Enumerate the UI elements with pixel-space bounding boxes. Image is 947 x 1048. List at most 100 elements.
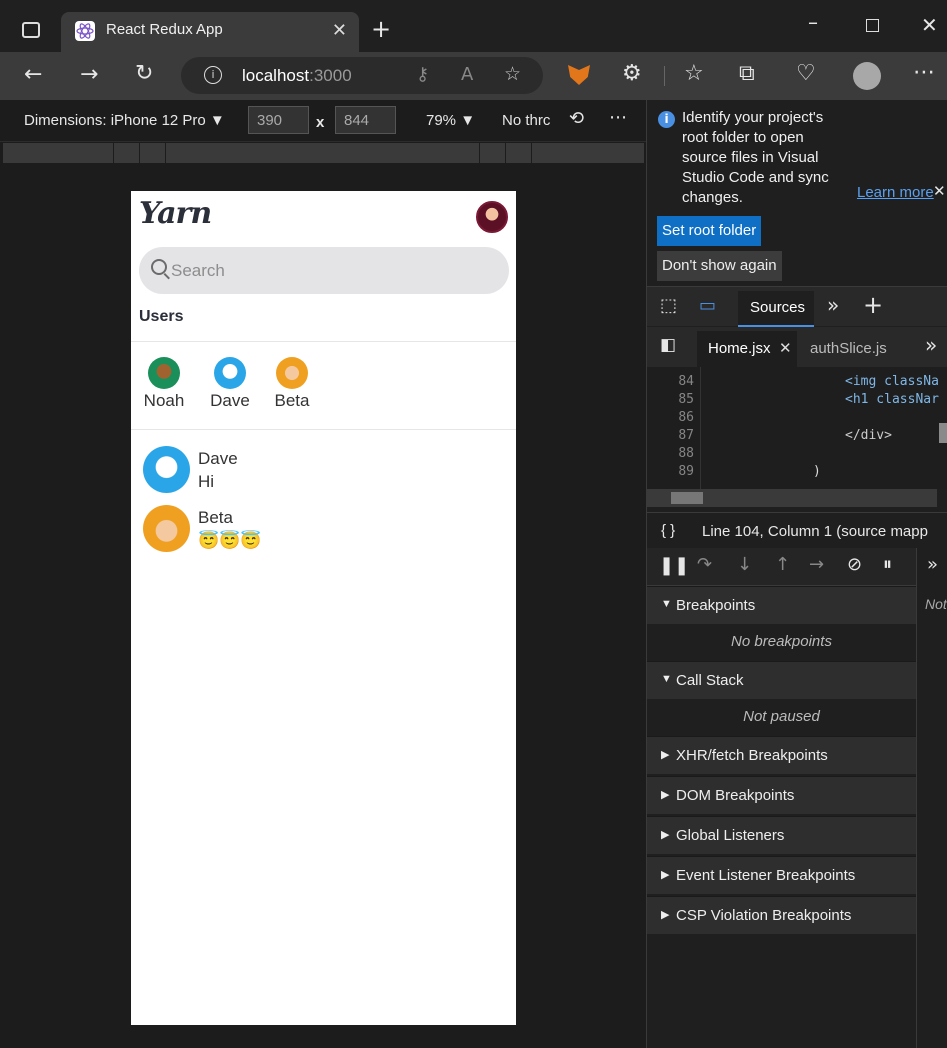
inspect-icon[interactable]: ⬚	[660, 297, 677, 315]
tab-title: React Redux App	[106, 21, 223, 38]
app-logo: Yarn	[139, 196, 212, 231]
dont-show-again-button[interactable]: Don't show again	[657, 251, 782, 281]
width-input[interactable]: 390	[248, 106, 309, 134]
csp-violation-breakpoints-pane[interactable]: ▶ CSP Violation Breakpoints	[647, 896, 916, 934]
horizontal-scrollbar[interactable]	[647, 489, 937, 507]
pause-icon[interactable]: ❚❚	[659, 557, 689, 575]
zoom-select[interactable]: 79% ▼	[426, 112, 475, 129]
user-name: Noah	[143, 391, 185, 410]
conversation-last-message: 😇😇😇	[198, 531, 262, 550]
collections-icon[interactable]: ⧉	[739, 63, 755, 85]
add-favorite-icon[interactable]: ☆	[504, 65, 521, 84]
xhr-breakpoints-pane[interactable]: ▶ XHR/fetch Breakpoints	[647, 736, 916, 774]
debugger-toolbar: ❚❚ ↷ ↓ ↑ → ⊘ ⏸	[647, 548, 947, 586]
file-tab-close-icon[interactable]: ✕	[779, 339, 792, 357]
divider	[131, 341, 516, 342]
rotate-icon[interactable]: ⟲	[569, 110, 584, 128]
step-over-icon[interactable]: ↷	[697, 556, 712, 574]
code-line: </div>	[845, 428, 892, 443]
site-info-icon[interactable]: i	[204, 66, 222, 84]
device-more-icon[interactable]: ⋯	[609, 109, 627, 127]
more-tabs-icon[interactable]: »	[827, 295, 839, 315]
editor-status-bar: { } Line 104, Column 1 (source mapp	[647, 512, 947, 548]
avatar	[148, 357, 180, 389]
user-chip-noah[interactable]: Noah	[139, 357, 189, 411]
more-menu-icon[interactable]: ⋯	[913, 62, 935, 84]
search-icon	[151, 259, 167, 275]
conversation-item-dave[interactable]: Dave Hi	[143, 446, 503, 496]
device-emulation-icon[interactable]: ▭	[699, 297, 716, 315]
browser-toolbar: ← → ↻ i localhost:3000 ⚷ A ☆ ⚙ ☆ ⧉ ♡ ⋯	[0, 52, 947, 100]
minimize-icon[interactable]: –	[808, 12, 818, 32]
navigator-toggle-icon[interactable]: ◧	[660, 337, 676, 354]
tab-strip: React Redux App ✕ + – ✕	[0, 0, 947, 52]
vertical-scrollbar[interactable]	[939, 423, 947, 443]
health-icon[interactable]: ♡	[796, 63, 816, 85]
extensions-icon[interactable]: ⚙	[622, 63, 642, 85]
device-toolbar: Dimensions: iPhone 12 Pro ▼ 390 x 844 79…	[0, 100, 646, 142]
conversation-last-message: Hi	[198, 472, 215, 491]
avatar	[143, 505, 190, 552]
throttle-select[interactable]: No thrc	[502, 112, 550, 129]
forward-icon[interactable]: →	[80, 64, 98, 86]
step-icon[interactable]: →	[809, 556, 824, 574]
height-input[interactable]: 844	[335, 106, 396, 134]
code-line: <h1 classNar	[845, 392, 939, 407]
address-bar[interactable]: i localhost:3000 ⚷ A ☆	[181, 57, 543, 94]
read-aloud-icon[interactable]: A	[461, 66, 473, 84]
file-tabs: ◧ Home.jsx ✕ authSlice.js »	[647, 327, 947, 367]
tab-close-icon[interactable]: ✕	[332, 20, 347, 41]
event-listener-breakpoints-pane[interactable]: ▶ Event Listener Breakpoints	[647, 856, 916, 894]
scope-side-column: » Not	[916, 548, 947, 1048]
toolbar-divider	[664, 66, 665, 86]
react-logo-icon	[75, 21, 95, 41]
url-text: localhost:3000	[242, 66, 352, 85]
step-out-icon[interactable]: ↑	[775, 556, 790, 574]
file-tab-home[interactable]: Home.jsx ✕	[697, 331, 797, 367]
pause-on-exceptions-icon[interactable]: ⏸	[883, 556, 892, 574]
users-heading: Users	[139, 308, 184, 325]
learn-more-link[interactable]: Learn more	[857, 184, 934, 201]
pretty-print-icon[interactable]: { }	[661, 522, 675, 539]
code-line: )	[813, 464, 821, 479]
info-icon: i	[658, 111, 675, 128]
close-window-icon[interactable]: ✕	[921, 15, 938, 35]
more-panes-icon[interactable]: »	[927, 556, 938, 574]
new-tab-icon[interactable]: +	[371, 17, 391, 41]
sidebar-toggle-icon[interactable]	[22, 22, 40, 38]
user-chip-dave[interactable]: Dave	[205, 357, 255, 411]
search-input[interactable]: Search	[139, 247, 509, 294]
devtools-main-tabs: ⬚ ▭ Sources » +	[647, 286, 947, 327]
file-tab-authslice[interactable]: authSlice.js	[810, 340, 887, 357]
cursor-position: Line 104, Column 1 (source mapp	[702, 523, 928, 540]
dom-breakpoints-pane[interactable]: ▶ DOM Breakpoints	[647, 776, 916, 814]
add-tab-icon[interactable]: +	[863, 293, 883, 317]
maximize-icon[interactable]	[866, 19, 879, 32]
more-files-icon[interactable]: »	[925, 335, 937, 355]
call-stack-pane[interactable]: ▼ Call Stack	[647, 661, 916, 699]
code-editor[interactable]: 84 85 86 87 88 89 <img classNa <h1 class…	[647, 367, 947, 489]
metamask-icon[interactable]	[568, 65, 590, 85]
info-message: Identify your project's root folder to o…	[682, 109, 829, 206]
favorites-icon[interactable]: ☆	[684, 63, 704, 85]
back-icon[interactable]: ←	[24, 64, 42, 86]
set-root-folder-button[interactable]: Set root folder	[657, 216, 762, 246]
current-user-avatar[interactable]	[476, 201, 508, 233]
deactivate-breakpoints-icon[interactable]: ⊘	[847, 556, 862, 574]
tab-sources[interactable]: Sources	[738, 291, 814, 327]
refresh-icon[interactable]: ↻	[135, 63, 153, 85]
times-sign: x	[316, 114, 325, 131]
step-into-icon[interactable]: ↓	[737, 556, 752, 574]
browser-tab[interactable]: React Redux App ✕	[61, 12, 359, 52]
global-listeners-pane[interactable]: ▶ Global Listeners	[647, 816, 916, 854]
close-info-icon[interactable]: ✕	[933, 184, 946, 199]
user-name: Beta	[274, 391, 310, 410]
search-placeholder: Search	[171, 261, 225, 280]
dimensions-select[interactable]: Dimensions: iPhone 12 Pro ▼	[24, 112, 225, 129]
user-chip-beta[interactable]: Beta	[267, 357, 317, 411]
profile-avatar[interactable]	[853, 62, 881, 90]
breakpoints-pane[interactable]: ▼ Breakpoints	[647, 586, 916, 624]
code-line: <img classNa	[845, 374, 939, 389]
key-icon[interactable]: ⚷	[416, 66, 429, 84]
conversation-item-beta[interactable]: Beta 😇😇😇	[143, 505, 503, 555]
